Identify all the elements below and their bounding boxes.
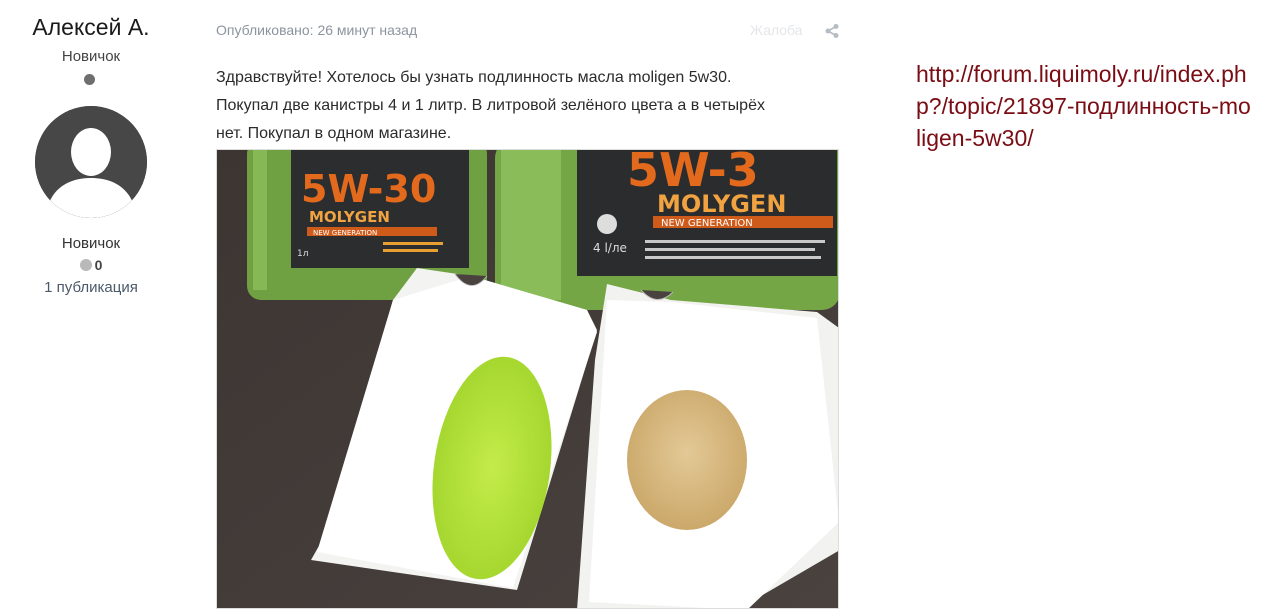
canister-left-brand: MOLYGEN xyxy=(309,208,390,226)
post-photo[interactable]: 5W-30 MOLYGEN NEW GENERATION 1л 5W-3 MOL… xyxy=(216,149,839,609)
oil-comparison-photo: 5W-30 MOLYGEN NEW GENERATION 1л 5W-3 MOL… xyxy=(217,150,838,608)
user-silhouette-icon xyxy=(35,106,147,218)
post-text-line: Покупал две канистры 4 и 1 литр. В литро… xyxy=(216,97,765,114)
reputation-badge: 0 xyxy=(0,257,182,273)
canister-right-brand: MOLYGEN xyxy=(657,190,786,218)
post-text-line: Здравствуйте! Хотелось бы узнать подлинн… xyxy=(216,69,732,86)
amber-oil-sample xyxy=(627,390,747,530)
post-content: Здравствуйте! Хотелось бы узнать подлинн… xyxy=(216,64,846,148)
report-button[interactable]: Жалоба xyxy=(750,22,802,38)
canister-left-volume: 1л xyxy=(297,249,308,259)
author-rank: Новичок xyxy=(61,48,121,65)
topic-link[interactable]: http://forum.liquimoly.ru/index.php?/top… xyxy=(916,58,1252,154)
reputation-icon xyxy=(79,259,92,271)
online-status-icon xyxy=(84,74,95,85)
share-icon[interactable] xyxy=(824,23,840,39)
canister-right-volume: 4 l/ле xyxy=(593,241,627,255)
author-posts-count[interactable]: 1 публикация xyxy=(0,279,182,296)
post-text-line: нет. Покупал в одном магазине. xyxy=(216,125,452,142)
reputation-value: 0 xyxy=(94,257,103,273)
post-published-time: Опубликовано: 26 минут назад xyxy=(216,22,418,38)
avatar[interactable] xyxy=(35,106,147,218)
tray-right xyxy=(577,284,838,608)
author-name[interactable]: Алексей А. xyxy=(0,14,182,41)
canister-right: 5W-3 MOLYGEN NEW GENERATION 4 l/ле xyxy=(495,150,838,310)
canister-right-sub: NEW GENERATION xyxy=(661,218,753,229)
canister-left-label: 5W-30 xyxy=(301,167,436,211)
author-group: Новичок xyxy=(61,235,121,252)
canister-left-sub: NEW GENERATION xyxy=(313,229,377,237)
